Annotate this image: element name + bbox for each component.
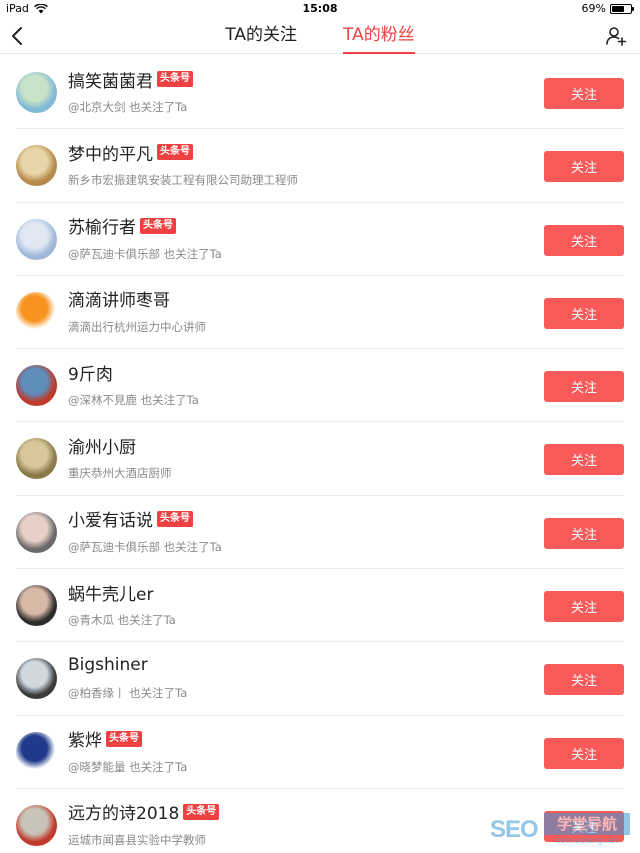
name-line: 9斤肉 bbox=[68, 360, 113, 385]
toutiao-badge: 头条号 bbox=[183, 803, 220, 820]
toutiao-badge: 头条号 bbox=[157, 144, 193, 161]
list-item[interactable]: 紫烨 头条号 @晓梦能量 也关注了Ta 关注 bbox=[16, 716, 624, 789]
follow-button[interactable]: 关注 bbox=[544, 737, 624, 769]
avatar[interactable] bbox=[16, 511, 57, 553]
follow-button[interactable]: 关注 bbox=[544, 151, 624, 183]
user-name[interactable]: 小爱有话说 bbox=[68, 506, 153, 531]
user-description: @北京大剑 也关注了Ta bbox=[68, 100, 188, 114]
add-user-button[interactable] bbox=[604, 24, 628, 48]
user-name[interactable]: 蜗牛壳儿er bbox=[68, 580, 153, 605]
list-item[interactable]: 苏榆行者 头条号 @萨瓦迪卡俱乐部 也关注了Ta 关注 bbox=[16, 203, 624, 276]
user-name[interactable]: 紫烨 bbox=[68, 726, 102, 751]
follower-list: 搞笑菌菌君 头条号 @北京大剑 也关注了Ta 关注 梦中的平凡 头条号 新乡市宏振建筑安装工… bbox=[16, 56, 624, 853]
user-description: 新乡市宏振建筑安装工程有限公司助理工程师 bbox=[68, 173, 298, 188]
clock: 15:08 bbox=[302, 2, 338, 15]
follow-button[interactable]: 关注 bbox=[544, 810, 624, 842]
toutiao-badge: 头条号 bbox=[157, 71, 193, 87]
avatar[interactable] bbox=[16, 365, 57, 407]
follow-button[interactable]: 关注 bbox=[544, 517, 624, 549]
name-line: 滴滴讲师枣哥 bbox=[68, 287, 170, 311]
user-description: 重庆恭州大酒店厨师 bbox=[68, 466, 172, 481]
user-description: @深林不見鹿 也关注了Ta bbox=[68, 393, 199, 408]
list-item[interactable]: 渝州小厨重庆恭州大酒店厨师 关注 bbox=[16, 422, 624, 496]
battery-percent: 69% bbox=[581, 2, 606, 15]
list-item[interactable]: 蜗牛壳儿er @青木瓜 也关注了Ta 关注 bbox=[16, 569, 624, 643]
user-name[interactable]: 9斤肉 bbox=[68, 360, 113, 385]
name-line: Bigshiner bbox=[68, 653, 148, 677]
tab-bar: TA的关注 TA的粉丝 bbox=[0, 18, 640, 54]
list-item[interactable]: Bigshiner @柏香缘丨 也关注了Ta 关注 bbox=[16, 642, 624, 716]
follow-button[interactable]: 关注 bbox=[544, 297, 624, 329]
tab-following[interactable]: TA的关注 bbox=[225, 18, 297, 54]
avatar[interactable] bbox=[16, 72, 57, 113]
follow-button[interactable]: 关注 bbox=[544, 664, 624, 696]
list-item[interactable]: 梦中的平凡 头条号新乡市宏振建筑安装工程有限公司助理工程师 关注 bbox=[16, 129, 624, 203]
follow-button[interactable]: 关注 bbox=[544, 224, 624, 256]
avatar[interactable] bbox=[16, 218, 57, 260]
battery-icon bbox=[610, 3, 634, 14]
user-name[interactable]: 搞笑菌菌君 bbox=[68, 67, 153, 92]
name-line: 梦中的平凡 头条号 bbox=[68, 140, 193, 165]
name-line: 搞笑菌菌君 头条号 bbox=[68, 67, 193, 92]
avatar[interactable] bbox=[16, 585, 57, 627]
name-line: 渝州小厨 bbox=[68, 433, 136, 458]
user-name[interactable]: 苏榆行者 bbox=[68, 213, 136, 238]
user-description: @柏香缘丨 也关注了Ta bbox=[68, 686, 188, 701]
user-name[interactable]: 渝州小厨 bbox=[68, 433, 136, 458]
list-item[interactable]: 滴滴讲师枣哥滴滴出行杭州运力中心讲师 关注 bbox=[16, 276, 624, 350]
list-item[interactable]: 9斤肉 @深林不見鹿 也关注了Ta 关注 bbox=[16, 349, 624, 423]
toutiao-badge: 头条号 bbox=[157, 510, 193, 527]
user-description: @青木瓜 也关注了Ta bbox=[68, 613, 176, 628]
name-line: 小爱有话说 头条号 bbox=[68, 507, 193, 531]
user-name[interactable]: Bigshiner bbox=[68, 655, 148, 675]
follow-button[interactable]: 关注 bbox=[544, 371, 624, 403]
avatar[interactable] bbox=[16, 804, 57, 846]
user-description: 运城市闻喜县实验中学教师 bbox=[68, 832, 206, 847]
toutiao-badge: 头条号 bbox=[140, 217, 176, 234]
avatar[interactable] bbox=[16, 291, 57, 333]
avatar[interactable] bbox=[16, 145, 57, 187]
follow-button[interactable]: 关注 bbox=[544, 444, 624, 476]
user-description: 滴滴出行杭州运力中心讲师 bbox=[68, 319, 206, 334]
status-bar: iPad 15:08 69% bbox=[0, 0, 640, 18]
user-description: @萨瓦迪卡俱乐部 也关注了Ta bbox=[68, 246, 222, 261]
user-name[interactable]: 梦中的平凡 bbox=[68, 140, 153, 165]
tab-followers[interactable]: TA的粉丝 bbox=[343, 18, 415, 54]
toutiao-badge: 头条号 bbox=[106, 730, 142, 747]
status-right: 69% bbox=[581, 2, 634, 15]
follow-button[interactable]: 关注 bbox=[544, 78, 624, 109]
name-line: 紫烨 头条号 bbox=[68, 727, 142, 751]
nav-bar: TA的关注 TA的粉丝 bbox=[0, 18, 640, 54]
avatar[interactable] bbox=[16, 438, 57, 480]
avatar[interactable] bbox=[16, 731, 57, 773]
battery-level bbox=[612, 5, 625, 12]
user-description: @晓梦能量 也关注了Ta bbox=[68, 759, 188, 774]
follow-button[interactable]: 关注 bbox=[544, 591, 624, 623]
avatar[interactable] bbox=[16, 658, 57, 700]
user-description: @萨瓦迪卡俱乐部 也关注了Ta bbox=[68, 539, 222, 554]
name-line: 蜗牛壳儿er bbox=[68, 580, 153, 605]
user-name[interactable]: 滴滴讲师枣哥 bbox=[68, 286, 170, 311]
list-item[interactable]: 搞笑菌菌君 头条号 @北京大剑 也关注了Ta 关注 bbox=[16, 56, 624, 130]
user-name[interactable]: 远方的诗2018 bbox=[68, 799, 179, 824]
list-item[interactable]: 小爱有话说 头条号 @萨瓦迪卡俱乐部 也关注了Ta 关注 bbox=[16, 496, 624, 570]
name-line: 苏榆行者 头条号 bbox=[68, 214, 176, 238]
add-user-icon bbox=[606, 27, 627, 46]
name-line: 远方的诗2018 头条号 bbox=[68, 799, 220, 824]
list-item[interactable]: 远方的诗2018 头条号运城市闻喜县实验中学教师 关注 bbox=[16, 789, 624, 853]
